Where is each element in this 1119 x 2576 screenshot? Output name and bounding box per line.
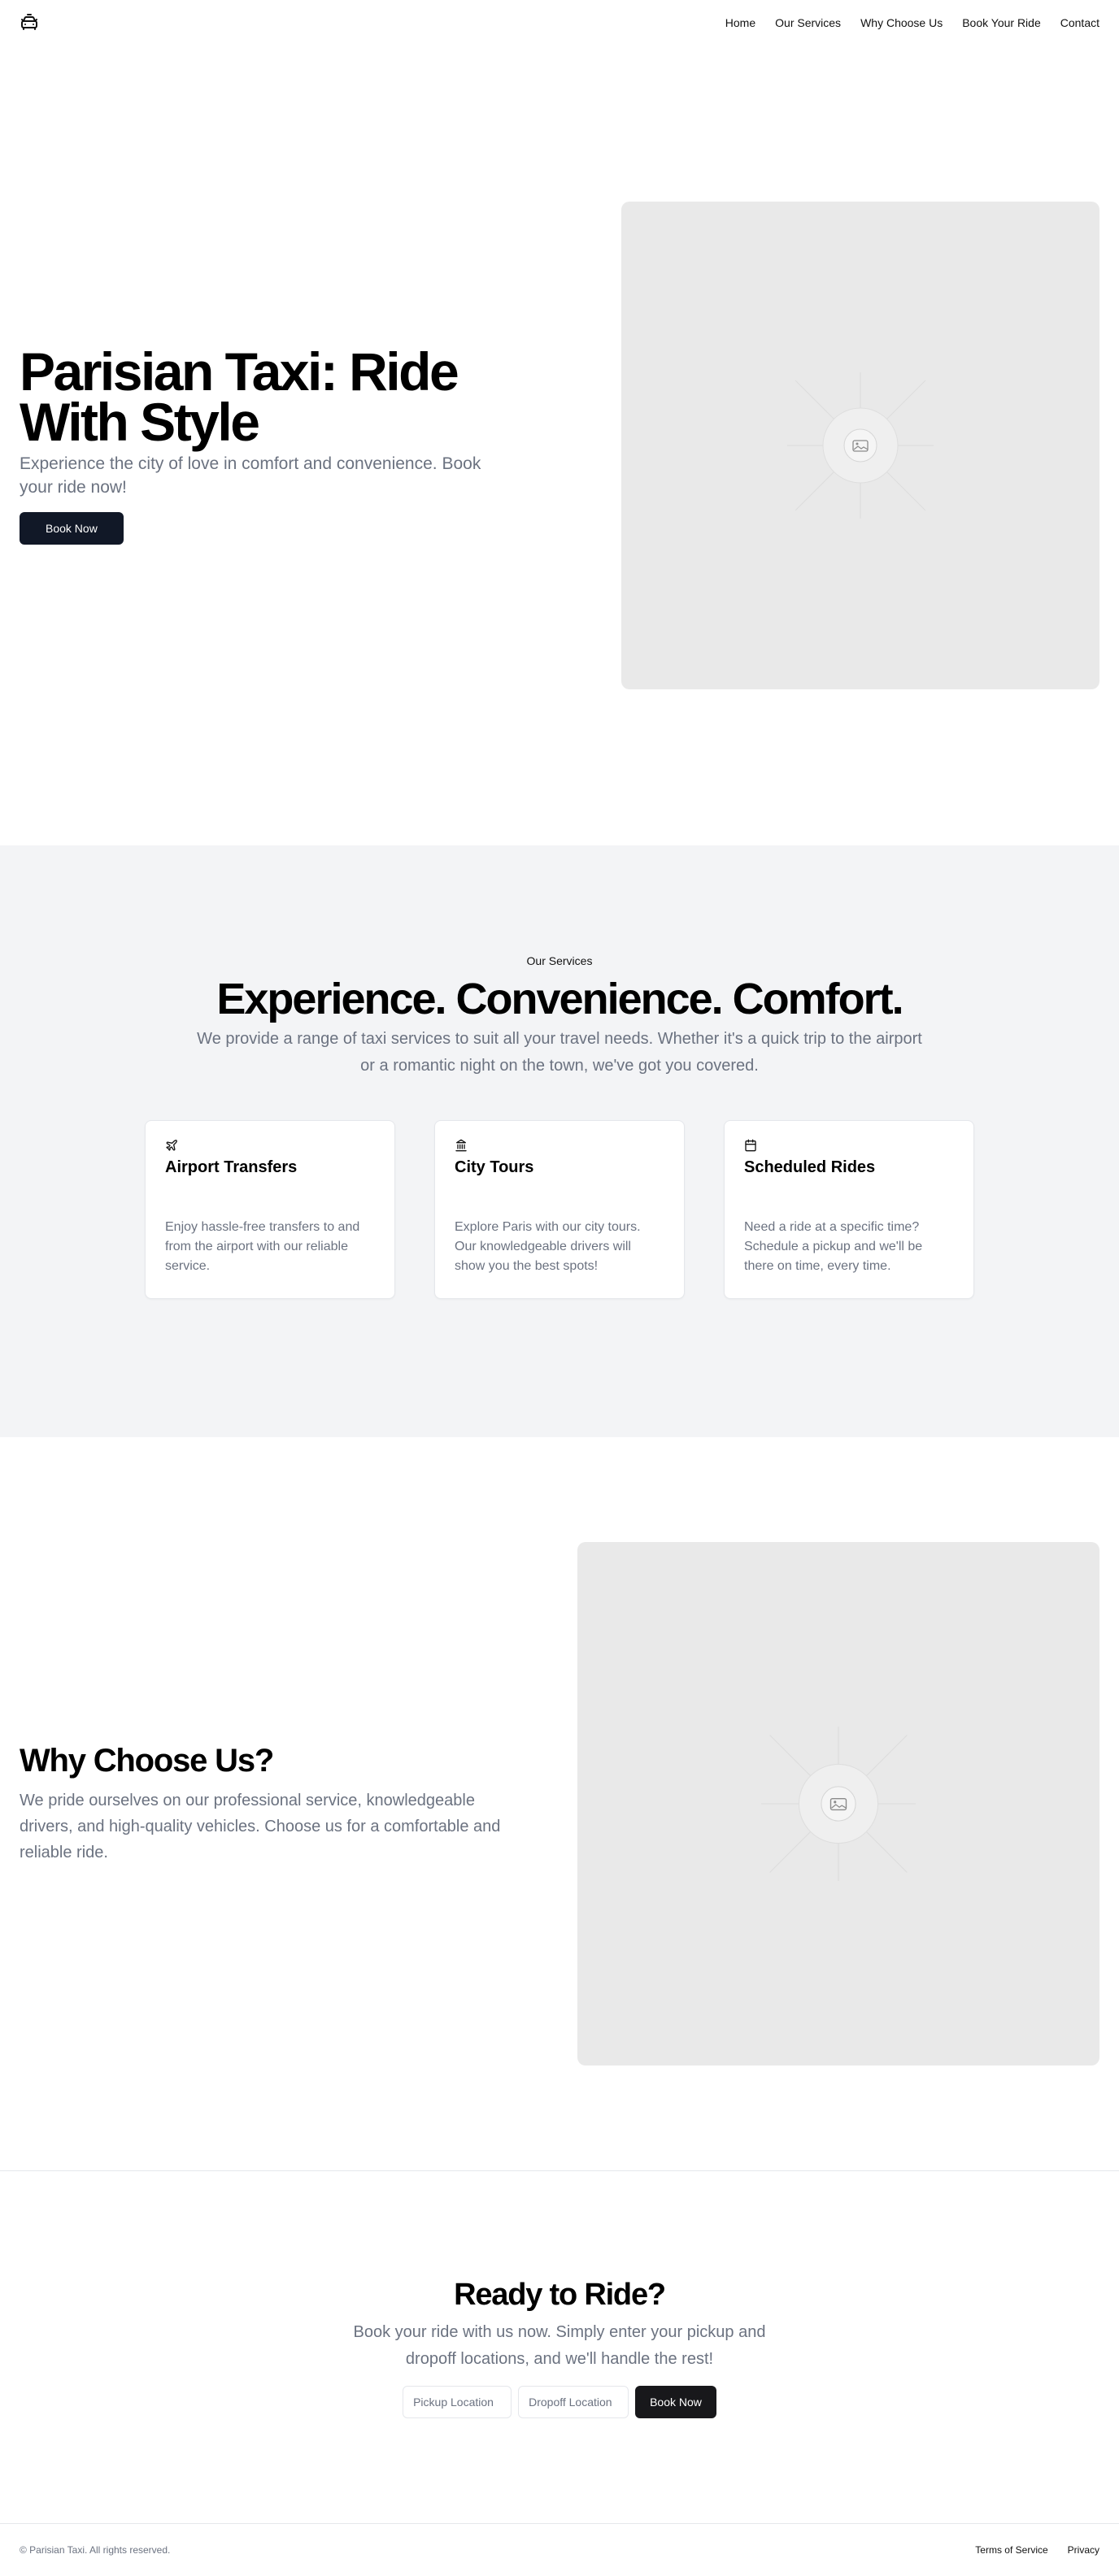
privacy-link[interactable]: Privacy <box>1068 2544 1099 2556</box>
service-card-city-tours: City Tours Explore Paris with our city t… <box>434 1120 685 1299</box>
services-subtitle: We provide a range of taxi services to s… <box>197 1030 922 1075</box>
services-title: Experience. Convenience. Comfort. <box>216 975 903 1023</box>
card-text: Need a ride at a specific time? Schedule… <box>744 1220 923 1273</box>
plane-icon <box>166 1140 177 1151</box>
cta-subtitle: Book your ride with us now. Simply enter… <box>353 2323 766 2368</box>
service-card-scheduled: Scheduled Rides Need a ride at a specifi… <box>724 1120 974 1299</box>
nav-home-link[interactable]: Home <box>725 16 755 29</box>
site-footer: © Parisian Taxi. All rights reserved. Te… <box>0 2523 1119 2576</box>
nav-contact-link[interactable]: Contact <box>1060 16 1099 29</box>
booking-form: Book Now <box>0 2386 1119 2418</box>
landmark-icon <box>455 1139 467 1152</box>
why-title: Why Choose Us? <box>20 1743 274 1779</box>
image-placeholder-icon <box>761 1727 917 1881</box>
site-header: Home Our Services Why Choose Us Book You… <box>0 0 1119 46</box>
why-image <box>577 1542 1099 2066</box>
hero-book-now-button[interactable]: Book Now <box>20 512 124 545</box>
image-placeholder-icon <box>786 372 934 519</box>
card-text: Explore Paris with our city tours. Our k… <box>455 1220 641 1273</box>
nav-book-link[interactable]: Book Your Ride <box>962 16 1041 29</box>
cta-book-now-button[interactable]: Book Now <box>635 2386 716 2418</box>
why-content: Why Choose Us? We pride ourselves on our… <box>20 1742 522 1866</box>
calendar-icon <box>745 1139 756 1152</box>
card-title: City Tours <box>455 1158 534 1176</box>
why-text: We pride ourselves on our professional s… <box>20 1792 501 1861</box>
services-section: Our Services Experience. Convenience. Co… <box>0 845 1119 1437</box>
services-eyebrow: Our Services <box>526 954 593 967</box>
hero-section: Parisian Taxi: Ride With Style Experienc… <box>0 46 1119 845</box>
nav-services-link[interactable]: Our Services <box>775 16 841 29</box>
taxi-car-icon[interactable] <box>20 13 39 33</box>
main-nav: Home Our Services Why Choose Us Book You… <box>725 16 1099 29</box>
hero-image <box>620 202 1099 689</box>
pickup-location-input[interactable] <box>403 2386 512 2418</box>
why-choose-section: Why Choose Us? We pride ourselves on our… <box>0 1437 1119 2170</box>
cta-title: Ready to Ride? <box>454 2278 666 2312</box>
dropoff-location-input[interactable] <box>518 2386 629 2418</box>
terms-link[interactable]: Terms of Service <box>975 2544 1047 2556</box>
card-title: Airport Transfers <box>165 1158 298 1176</box>
footer-links: Terms of Service Privacy <box>975 2544 1099 2556</box>
hero-title: Parisian Taxi: Ride With Style <box>20 341 459 452</box>
hero-content: Parisian Taxi: Ride With Style Experienc… <box>20 341 530 545</box>
services-cards: Airport Transfers Enjoy hassle-free tran… <box>0 1120 1119 1299</box>
nav-why-link[interactable]: Why Choose Us <box>860 16 943 29</box>
card-title: Scheduled Rides <box>744 1158 876 1176</box>
hero-subtitle: Experience the city of love in comfort a… <box>20 454 481 497</box>
service-card-airport: Airport Transfers Enjoy hassle-free tran… <box>145 1120 395 1299</box>
booking-cta-section: Ready to Ride? Book your ride with us no… <box>0 2170 1119 2523</box>
copyright-text: © Parisian Taxi. All rights reserved. <box>20 2544 171 2556</box>
card-text: Enjoy hassle-free transfers to and from … <box>165 1220 360 1273</box>
